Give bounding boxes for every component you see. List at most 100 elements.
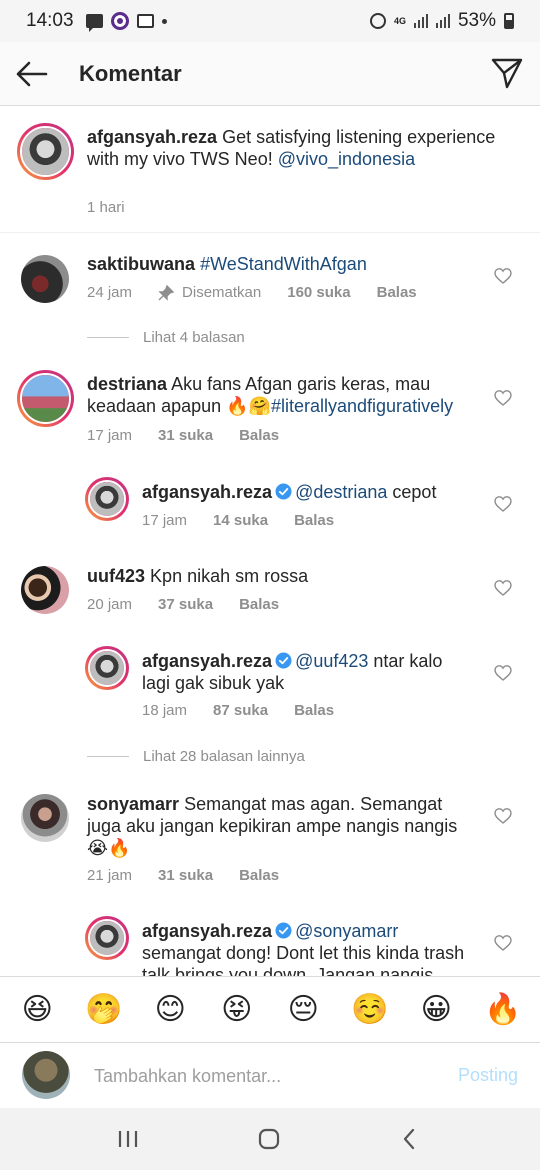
likes-count[interactable]: 160 suka: [287, 284, 350, 301]
reply-text: afgansyah.reza @uuf423 ntar kalo lagi gak…: [142, 650, 472, 694]
signal-icon-2: [435, 14, 450, 28]
arrow-left-icon[interactable]: [14, 56, 50, 92]
mention-link[interactable]: @destriana: [295, 482, 387, 502]
emoji-button[interactable]: 😀: [416, 990, 456, 1030]
avatar[interactable]: [17, 370, 74, 427]
username[interactable]: sonyamarr: [87, 794, 179, 814]
view-replies-label: Lihat 4 balasan: [143, 329, 245, 346]
avatar[interactable]: [85, 477, 129, 521]
heart-icon[interactable]: [494, 807, 512, 825]
comment-composer: Posting: [0, 1042, 540, 1108]
reply-body: semangat dong! Dont let this kinda trash…: [142, 943, 465, 976]
heart-icon[interactable]: [494, 664, 512, 682]
heart-icon[interactable]: [494, 934, 512, 952]
comment-meta: 24 jam Disematkan 160 suka Balas: [87, 284, 443, 301]
emoji-button[interactable]: 😊: [150, 990, 190, 1030]
avatar: [22, 1051, 70, 1099]
username[interactable]: afgansyah.reza: [142, 482, 272, 502]
timestamp: 24 jam: [87, 284, 133, 301]
avatar[interactable]: [21, 566, 69, 614]
heart-icon[interactable]: [494, 389, 512, 407]
comment-meta: 20 jam 37 suka Balas: [87, 596, 305, 613]
home-icon[interactable]: [257, 1127, 281, 1151]
username[interactable]: uuf423: [87, 566, 145, 586]
likes-count[interactable]: 14 suka: [213, 512, 268, 529]
likes-count[interactable]: 37 suka: [158, 596, 213, 613]
status-time: 14:03: [26, 10, 74, 31]
emoji-quick-bar: 😆 🤭 😊 😝 😔 ☺️ 😀 🔥: [0, 976, 540, 1042]
likes-count[interactable]: 31 suka: [158, 427, 213, 444]
comment-meta: 21 jam 31 suka Balas: [87, 867, 305, 884]
message-notification-icon: [85, 14, 103, 32]
comment-text: saktibuwana #WeStandWithAfgan: [87, 253, 467, 275]
reply-button[interactable]: Balas: [377, 284, 417, 301]
status-bar: 14:03 4G 53%: [0, 0, 540, 42]
back-icon[interactable]: [398, 1127, 422, 1151]
comment-meta: 17 jam 31 suka Balas: [87, 427, 305, 444]
reply-button[interactable]: Balas: [294, 512, 334, 529]
timestamp: 18 jam: [142, 702, 188, 719]
username[interactable]: saktibuwana: [87, 254, 195, 274]
pin-icon: [158, 284, 175, 301]
heart-icon[interactable]: [494, 579, 512, 597]
emoji-button[interactable]: 🤭: [84, 990, 124, 1030]
reply-button[interactable]: Balas: [239, 867, 279, 884]
hashtag-link[interactable]: #literallyandfiguratively: [271, 396, 453, 416]
comment-input[interactable]: [94, 1063, 414, 1089]
mention-link[interactable]: @vivo_indonesia: [278, 149, 415, 169]
pinned-label: Disematkan: [158, 284, 261, 301]
verified-badge-icon: [275, 922, 292, 939]
username[interactable]: afgansyah.reza: [87, 127, 217, 147]
paper-plane-icon[interactable]: [490, 56, 524, 90]
mention-link[interactable]: @sonyamarr: [295, 921, 398, 941]
heart-icon[interactable]: [494, 267, 512, 285]
system-nav-bar: [0, 1108, 540, 1170]
username[interactable]: destriana: [87, 374, 167, 394]
app-notification-icon: [110, 12, 129, 30]
post-button[interactable]: Posting: [458, 1065, 518, 1086]
mail-notification-icon: [136, 14, 154, 28]
avatar[interactable]: [85, 646, 129, 690]
likes-count[interactable]: 87 suka: [213, 702, 268, 719]
username[interactable]: afgansyah.reza: [142, 651, 272, 671]
comment-text: uuf423 Kpn nikah sm rossa: [87, 565, 477, 587]
hashtag-link[interactable]: #WeStandWithAfgan: [200, 254, 367, 274]
header: Komentar: [0, 42, 540, 106]
verified-badge-icon: [275, 652, 292, 669]
recent-apps-icon[interactable]: [116, 1127, 140, 1151]
caption-text: afgansyah.reza Get satisfying listening …: [87, 126, 517, 170]
page-title: Komentar: [79, 61, 182, 86]
emoji-button[interactable]: ☺️: [350, 990, 390, 1030]
avatar[interactable]: [85, 916, 129, 960]
reply-button[interactable]: Balas: [294, 702, 334, 719]
emoji-button[interactable]: 😔: [283, 990, 323, 1030]
view-more-replies-button[interactable]: Lihat 28 balasan lainnya: [87, 748, 305, 765]
comment-body: Kpn nikah sm rossa: [150, 566, 309, 586]
view-replies-button[interactable]: Lihat 4 balasan: [87, 329, 245, 346]
battery-icon: [504, 13, 514, 29]
avatar[interactable]: [21, 255, 69, 303]
timestamp: 17 jam: [87, 427, 133, 444]
pinned-text: Disematkan: [182, 284, 262, 301]
post-caption: afgansyah.reza Get satisfying listening …: [0, 107, 540, 233]
timestamp: 20 jam: [87, 596, 133, 613]
avatar[interactable]: [17, 123, 74, 180]
emoji-button[interactable]: 😝: [217, 990, 257, 1030]
mention-link[interactable]: @uuf423: [295, 651, 368, 671]
reply-button[interactable]: Balas: [239, 427, 279, 444]
avatar[interactable]: [21, 794, 69, 842]
timestamp: 1 hari: [87, 199, 125, 216]
emoji-button[interactable]: 🔥: [483, 990, 523, 1030]
comments-feed[interactable]: afgansyah.reza Get satisfying listening …: [0, 107, 540, 976]
view-replies-label: Lihat 28 balasan lainnya: [143, 748, 305, 765]
caption-time: 1 hari: [87, 199, 151, 216]
reply-body: cepot: [392, 482, 437, 502]
emoji-button[interactable]: 😆: [17, 990, 57, 1030]
divider: [87, 756, 129, 757]
divider: [87, 337, 129, 338]
reply-meta: 18 jam 87 suka Balas: [142, 702, 360, 719]
reply-button[interactable]: Balas: [239, 596, 279, 613]
likes-count[interactable]: 31 suka: [158, 867, 213, 884]
heart-icon[interactable]: [494, 495, 512, 513]
username[interactable]: afgansyah.reza: [142, 921, 272, 941]
